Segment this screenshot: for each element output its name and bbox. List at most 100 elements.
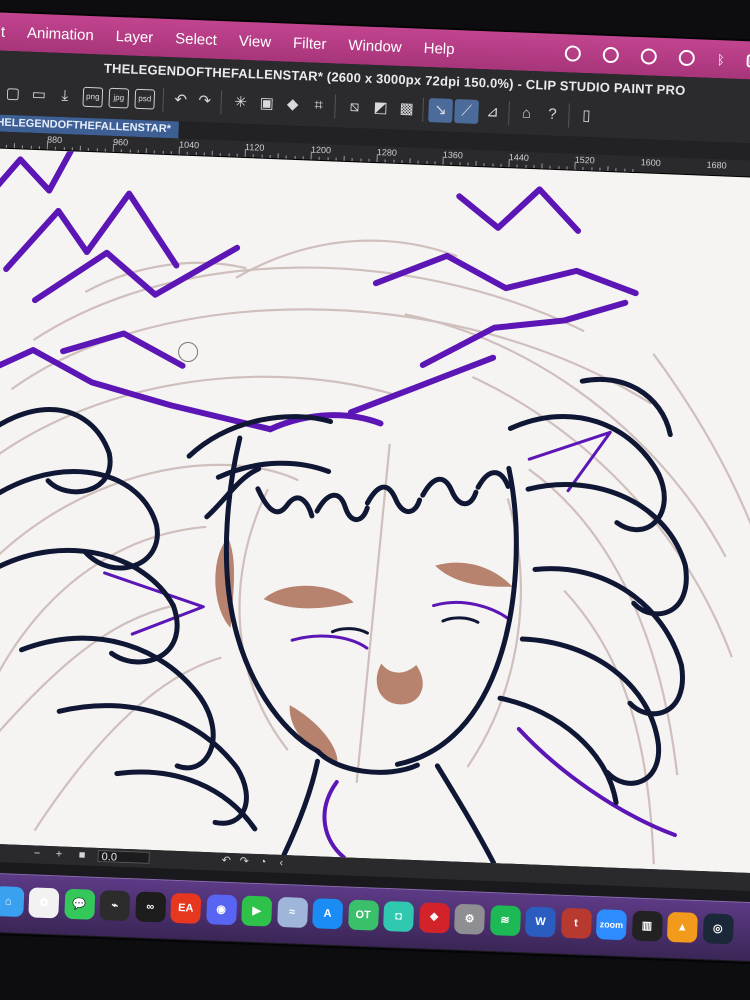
ruler-tick: [170, 151, 172, 155]
app-store-icon[interactable]: A: [312, 898, 344, 930]
ruler-tick: [219, 153, 222, 157]
ruler-tick: [145, 148, 147, 154]
menu-layer[interactable]: Layer: [104, 27, 164, 46]
settings-icon[interactable]: ⚙: [453, 903, 486, 935]
fit-icon[interactable]: ■: [78, 849, 85, 862]
clear-icon[interactable]: ▣: [254, 91, 279, 116]
learn-icon[interactable]: ⌂: [514, 101, 539, 126]
spotify-icon[interactable]: ≋: [489, 905, 521, 937]
save-icon[interactable]: ⤓: [52, 84, 77, 109]
reset-rotation-icon[interactable]: ◔: [259, 856, 266, 869]
menu-help[interactable]: Help: [412, 39, 465, 58]
menu-edit[interactable]: dit: [0, 22, 16, 41]
menu-filter[interactable]: Filter: [282, 34, 338, 53]
zoom-out-button[interactable]: −: [33, 847, 41, 860]
ruler-tick: [467, 162, 469, 166]
play-icon[interactable]: [678, 49, 696, 67]
ruler-tick: [475, 160, 477, 166]
menu-animation[interactable]: Animation: [16, 24, 105, 44]
ruler-tick: [38, 146, 40, 150]
photos-icon[interactable]: ✿: [28, 887, 60, 919]
open-folder-icon[interactable]: ▭: [26, 83, 51, 108]
ruler-tick: [524, 164, 527, 168]
word-icon[interactable]: W: [524, 906, 557, 938]
messages-icon[interactable]: 💬: [63, 888, 95, 920]
ruler-label: 1520: [574, 154, 595, 166]
clock-icon[interactable]: [640, 48, 658, 65]
bluetooth-icon[interactable]: ᛒ: [717, 52, 725, 67]
export-psd-icon[interactable]: psd: [134, 88, 156, 110]
export-png-icon[interactable]: png: [82, 86, 104, 108]
headphones-icon[interactable]: [602, 46, 620, 64]
loading-icon[interactable]: ✳: [228, 90, 253, 115]
ruler-tick: [599, 167, 601, 171]
ruler-tick: [55, 146, 57, 150]
steam-icon[interactable]: ◎: [702, 913, 734, 945]
ruler-tick: [632, 168, 634, 172]
ruler-tick: [236, 153, 238, 157]
zoom-in-button[interactable]: +: [55, 848, 62, 861]
help-icon[interactable]: ?: [540, 102, 565, 127]
gitkraken-icon[interactable]: ⌁: [99, 890, 131, 922]
ruler-tick: [384, 159, 386, 163]
link-icon[interactable]: ∞: [134, 891, 166, 923]
snap-special-icon[interactable]: ⟋: [454, 99, 479, 124]
export-jpg-icon[interactable]: jpg: [108, 87, 130, 109]
ruler-tick: [22, 145, 24, 149]
ea-icon[interactable]: EA: [170, 892, 202, 924]
zoom-icon[interactable]: zoom: [595, 909, 627, 941]
ruler-tick: [409, 158, 411, 164]
ruler-tick: [228, 153, 230, 157]
invert-selection-icon[interactable]: ◩: [368, 96, 393, 121]
rotate-left-icon[interactable]: ↶: [221, 855, 231, 868]
vlc-icon[interactable]: ▲: [666, 911, 698, 943]
ruler-tick: [277, 153, 279, 159]
ruler-tick: [211, 150, 213, 156]
ruler-tick: [87, 148, 90, 152]
ruler-tick: [541, 163, 543, 169]
ruler-tick: [137, 149, 139, 153]
ruler-icon[interactable]: ⊿: [480, 100, 505, 125]
menu-select[interactable]: Select: [164, 29, 228, 49]
rotate-right-icon[interactable]: ↷: [239, 855, 249, 868]
cc-icon[interactable]: [564, 45, 582, 62]
character-sketch: [0, 148, 750, 866]
drawing-canvas[interactable]: [0, 147, 750, 874]
ruler-label: 960: [112, 136, 129, 148]
ruler-tick: [46, 141, 49, 150]
bot-icon[interactable]: ◘: [383, 900, 415, 933]
menu-view[interactable]: View: [228, 32, 283, 51]
crop-icon[interactable]: ⌗: [306, 93, 331, 118]
ruler-tick: [310, 151, 312, 160]
collapse-icon[interactable]: ‹: [279, 857, 283, 870]
menu-window[interactable]: Window: [337, 36, 413, 56]
ruler-tick: [442, 156, 444, 165]
device-icon[interactable]: ▯: [574, 104, 599, 129]
ruler-tick: [500, 163, 502, 167]
battery-icon[interactable]: [746, 53, 750, 68]
ruler-tick: [607, 165, 609, 172]
rotation-value-field[interactable]: 0.0: [97, 849, 150, 864]
app-store-alt-icon[interactable]: ⌂: [0, 885, 24, 918]
ruler-tick: [129, 149, 131, 153]
ruler-tick: [120, 149, 123, 153]
ruler-tick: [425, 161, 428, 165]
photo-booth-icon[interactable]: ❖: [418, 902, 450, 934]
facetime-icon[interactable]: ▶: [241, 895, 273, 927]
snap-ruler-icon[interactable]: ↘: [428, 98, 454, 123]
new-file-icon[interactable]: ▢: [0, 82, 25, 107]
selection-mode-icon[interactable]: ▩: [394, 97, 419, 122]
ruler-label: 1280: [376, 147, 398, 158]
ot-icon[interactable]: OT: [347, 899, 379, 931]
redo-icon[interactable]: ↷: [192, 89, 217, 114]
deselect-icon[interactable]: ⧅: [342, 95, 367, 120]
ruler-tick: [112, 143, 115, 153]
fill-icon[interactable]: ◆: [280, 92, 305, 117]
steam-wave-icon[interactable]: ≈: [276, 896, 308, 928]
discord-icon[interactable]: ◉: [205, 894, 237, 926]
ruler-tick: [327, 157, 329, 161]
ruler-tick: [483, 163, 485, 167]
piano-icon[interactable]: ▥: [631, 910, 663, 942]
undo-icon[interactable]: ↶: [168, 88, 193, 113]
tumblr-icon[interactable]: t: [560, 907, 592, 939]
